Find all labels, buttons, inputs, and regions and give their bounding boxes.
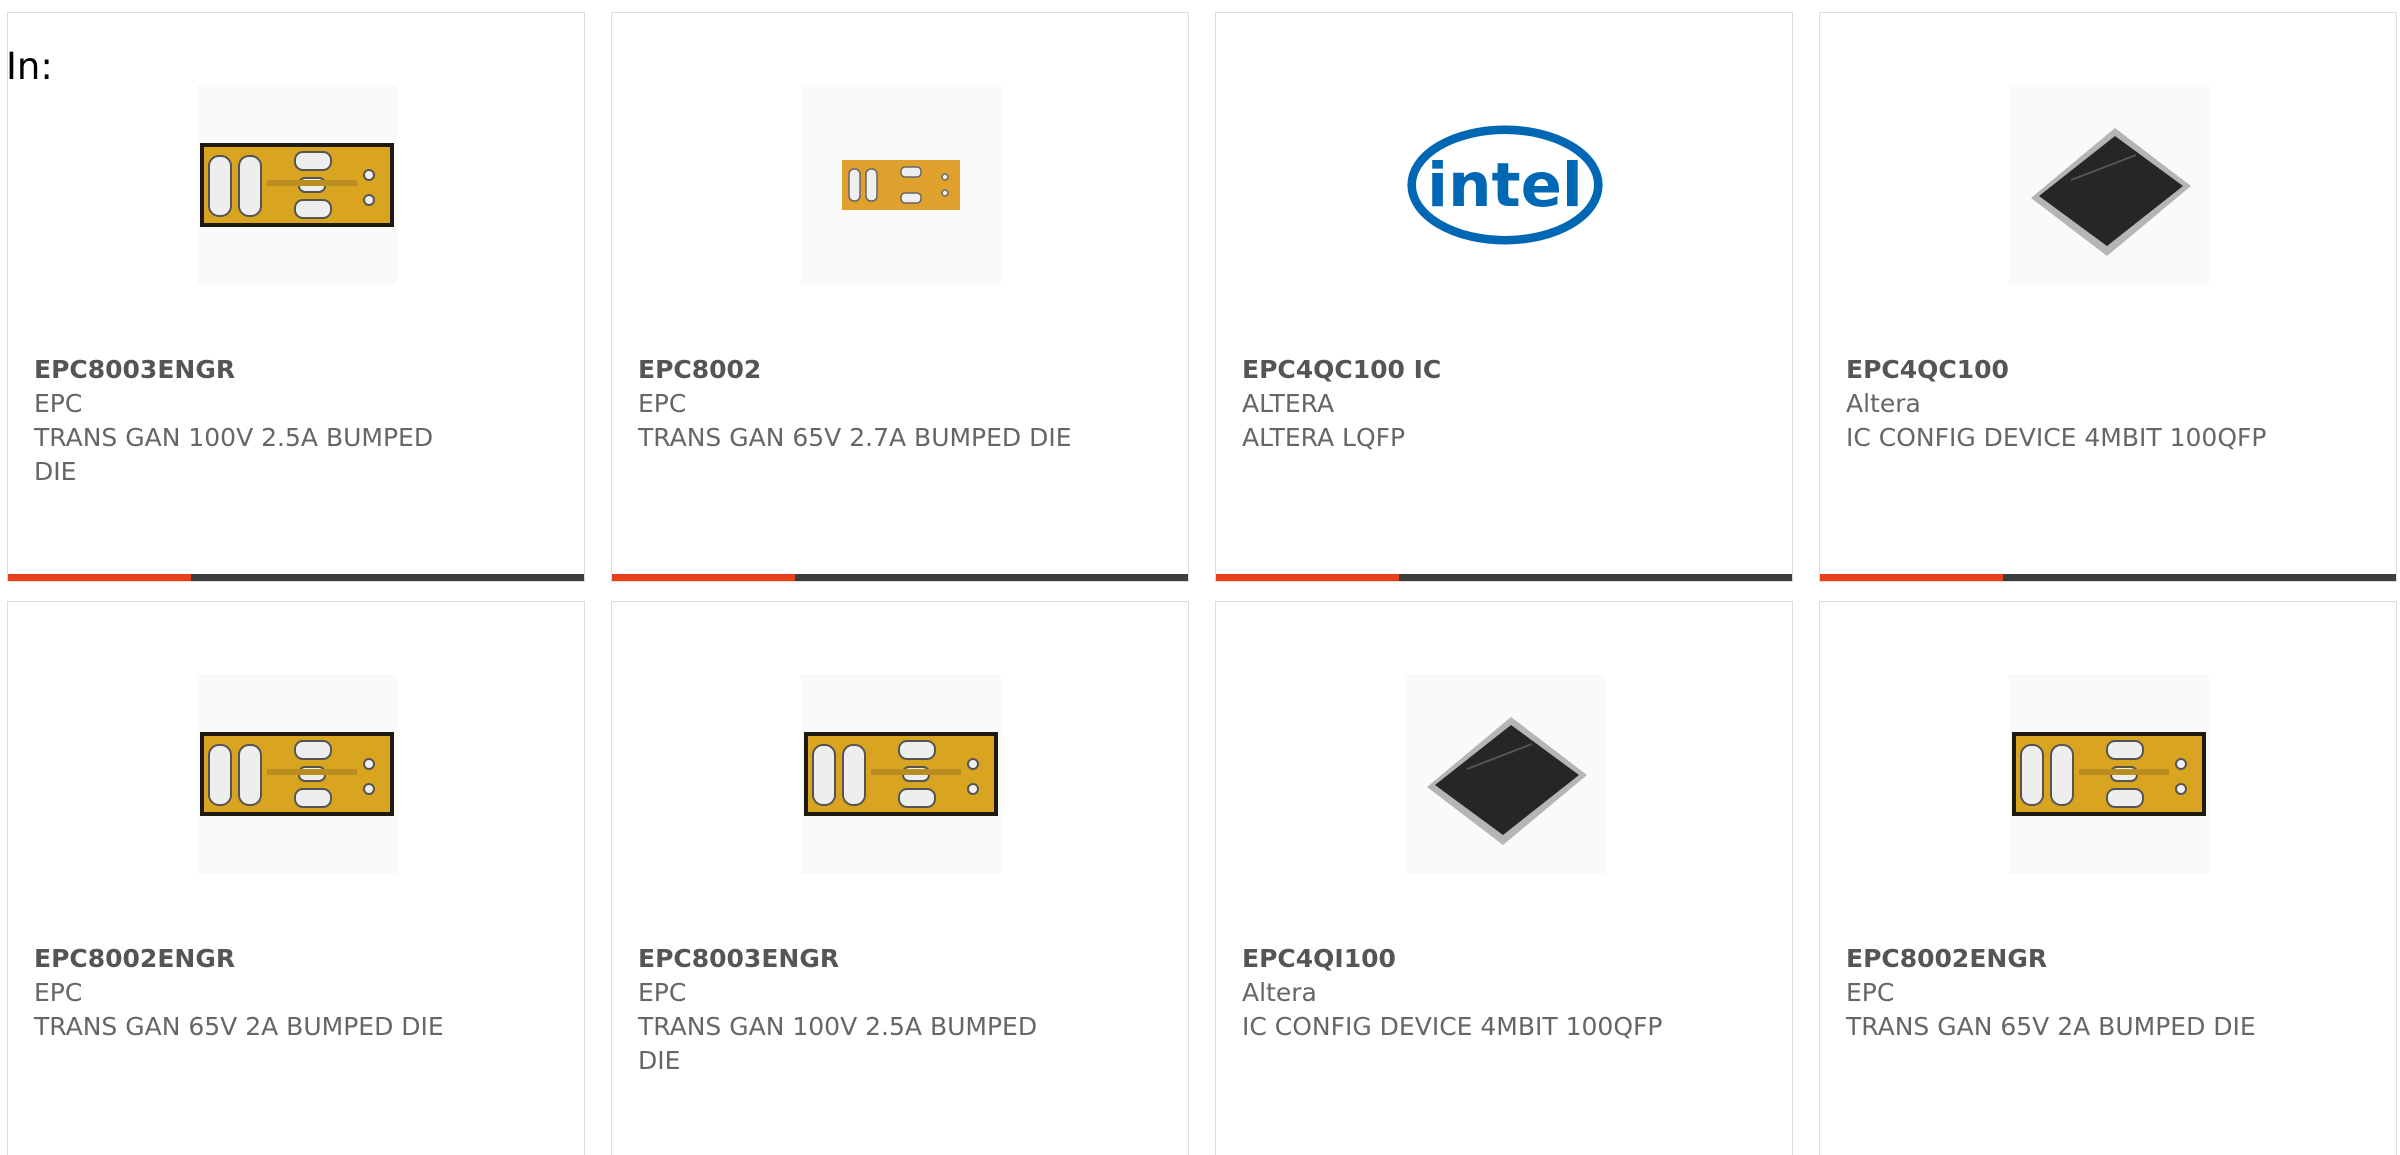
part-number[interactable]: EPC4QI100 [1242, 942, 1682, 976]
part-number[interactable]: EPC4QC100 [1846, 353, 2286, 387]
description: IC CONFIG DEVICE 4MBIT 100QFP [1242, 1012, 1663, 1041]
manufacturer: EPC [34, 978, 83, 1007]
product-image[interactable] [801, 674, 1001, 874]
description: TRANS GAN 100V 2.5A BUMPED DIE [34, 423, 434, 486]
qfp-chip-icon [2031, 128, 2191, 256]
product-card[interactable]: EPC8003ENGR EPC TRANS GAN 100V 2.5A BUMP… [7, 12, 585, 582]
description: IC CONFIG DEVICE 4MBIT 100QFP [1846, 423, 2267, 452]
manufacturer: EPC [638, 389, 687, 418]
manufacturer: EPC [1846, 978, 1895, 1007]
product-image[interactable] [2009, 674, 2209, 874]
description: TRANS GAN 65V 2.7A BUMPED DIE [638, 423, 1072, 452]
manufacturer: EPC [638, 978, 687, 1007]
product-image[interactable]: intel [1405, 85, 1605, 285]
manufacturer: EPC [34, 389, 83, 418]
card-footer-bar [8, 574, 584, 581]
accent-bar [612, 574, 795, 581]
gan-die-board-icon [200, 732, 394, 816]
accent-bar [8, 574, 191, 581]
product-card[interactable]: EPC8002 EPC TRANS GAN 65V 2.7A BUMPED DI… [611, 12, 1189, 582]
product-grid-page: In: EPC8003ENGR EPC TRANS GAN 100V 2.5A … [0, 0, 2400, 1155]
part-number[interactable]: EPC8002ENGR [1846, 942, 2286, 976]
product-card[interactable]: EPC8003ENGR EPC TRANS GAN 100V 2.5A BUMP… [611, 601, 1189, 1155]
product-card[interactable]: EPC8002ENGR EPC TRANS GAN 65V 2A BUMPED … [7, 601, 585, 1155]
product-image[interactable] [1405, 674, 1605, 874]
product-card[interactable]: EPC4QI100 Altera IC CONFIG DEVICE 4MBIT … [1215, 601, 1793, 1155]
card-footer-bar [1820, 574, 2396, 581]
description: TRANS GAN 65V 2A BUMPED DIE [1846, 1012, 2256, 1041]
intel-logo-text: intel [1427, 150, 1583, 221]
card-footer-bar [612, 574, 1188, 581]
product-card[interactable]: intel EPC4QC100 IC ALTERA ALTERA LQFP [1215, 12, 1793, 582]
product-image[interactable] [2009, 85, 2209, 285]
description: ALTERA LQFP [1242, 423, 1406, 452]
part-number[interactable]: EPC8002 [638, 353, 1078, 387]
qfp-chip-icon [1427, 717, 1587, 845]
card-footer-bar [1216, 574, 1792, 581]
product-image[interactable] [197, 674, 397, 874]
gan-die-board-icon [200, 143, 394, 227]
product-image[interactable] [801, 85, 1001, 285]
part-number[interactable]: EPC8003ENGR [34, 353, 474, 387]
intel-logo-icon: intel [1407, 125, 1603, 245]
description: TRANS GAN 65V 2A BUMPED DIE [34, 1012, 444, 1041]
manufacturer: Altera [1242, 978, 1317, 1007]
part-number[interactable]: EPC8003ENGR [638, 942, 1078, 976]
product-card[interactable]: EPC8002ENGR EPC TRANS GAN 65V 2A BUMPED … [1819, 601, 2397, 1155]
product-card[interactable]: EPC4QC100 Altera IC CONFIG DEVICE 4MBIT … [1819, 12, 2397, 582]
manufacturer: ALTERA [1242, 389, 1335, 418]
accent-bar [1216, 574, 1399, 581]
description: TRANS GAN 100V 2.5A BUMPED DIE [638, 1012, 1038, 1075]
part-number[interactable]: EPC8002ENGR [34, 942, 474, 976]
search-prefix-label: In: [6, 45, 53, 88]
part-number[interactable]: EPC4QC100 IC [1242, 353, 1682, 387]
gan-die-board-small-icon [842, 160, 960, 210]
gan-die-board-icon [2012, 732, 2206, 816]
manufacturer: Altera [1846, 389, 1921, 418]
gan-die-board-icon [804, 732, 998, 816]
accent-bar [1820, 574, 2003, 581]
product-image[interactable] [197, 85, 397, 285]
